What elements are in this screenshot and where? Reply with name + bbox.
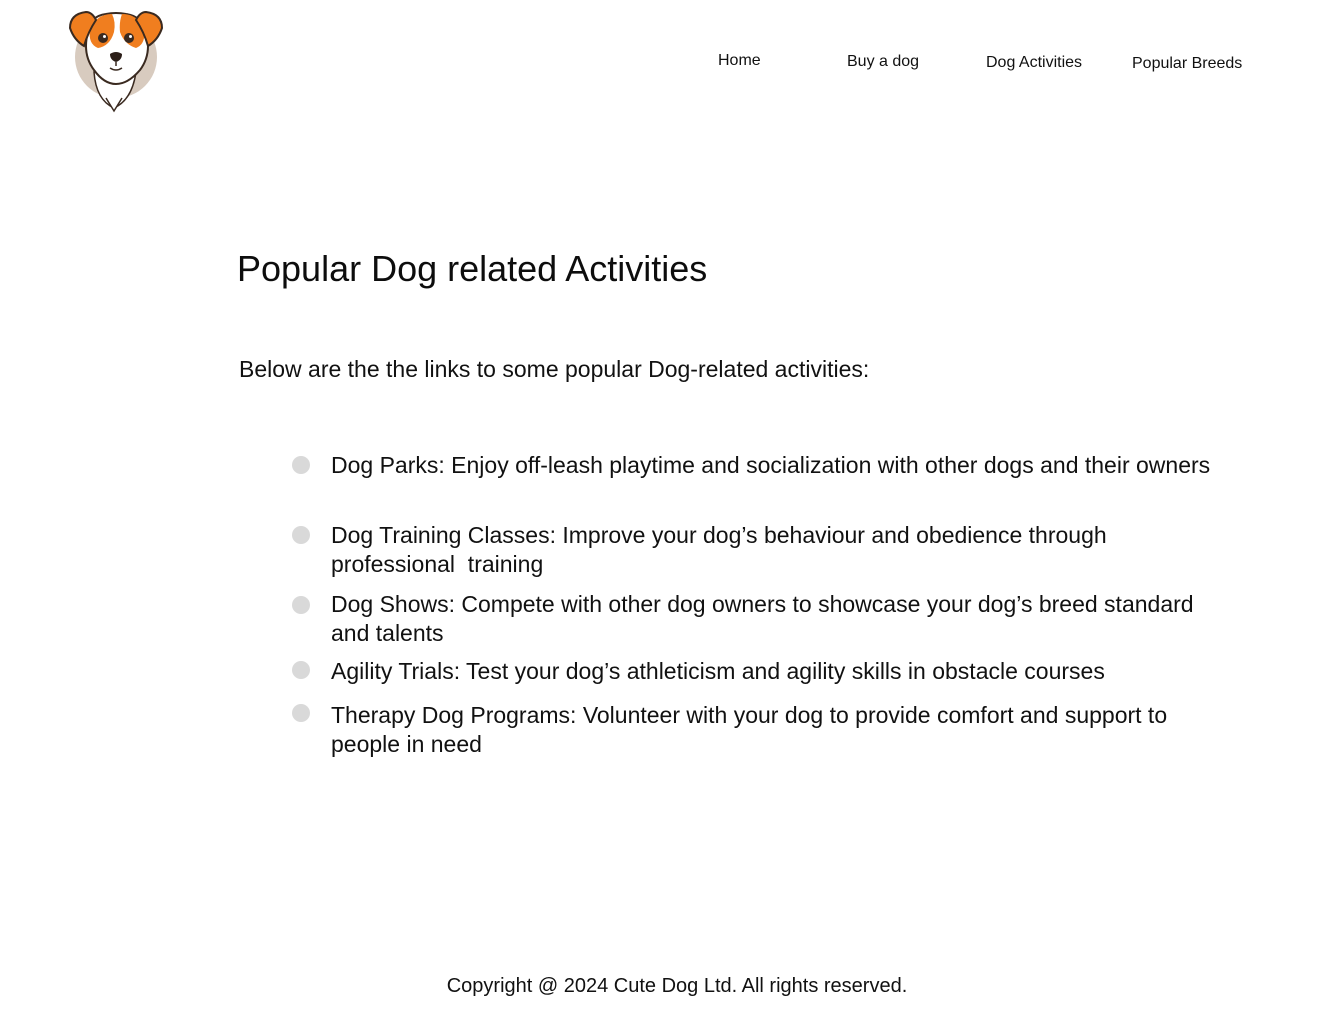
page-title: Popular Dog related Activities xyxy=(237,248,708,289)
activity-link-dog-training-classes[interactable]: Dog Training Classes: Improve your dog’s… xyxy=(331,521,1211,579)
bullet-icon xyxy=(292,704,310,722)
footer-copyright: Copyright @ 2024 Cute Dog Ltd. All right… xyxy=(446,975,908,997)
nav-popular-breeds-link[interactable]: Popular Breeds xyxy=(1132,55,1242,73)
nav-home-link[interactable]: Home xyxy=(718,52,761,70)
activity-link-therapy-dog-programs[interactable]: Therapy Dog Programs: Volunteer with you… xyxy=(331,701,1211,759)
activity-link-dog-shows[interactable]: Dog Shows: Compete with other dog owners… xyxy=(331,590,1211,648)
activity-link-dog-parks[interactable]: Dog Parks: Enjoy off-leash playtime and … xyxy=(331,451,1211,480)
bullet-icon xyxy=(292,596,310,614)
bullet-icon xyxy=(292,526,310,544)
intro-text: Below are the the links to some popular … xyxy=(239,356,870,382)
nav-buy-a-dog-link[interactable]: Buy a dog xyxy=(847,53,919,71)
nav-dog-activities-link[interactable]: Dog Activities xyxy=(986,54,1082,72)
activity-link-agility-trials[interactable]: Agility Trials: Test your dog’s athletic… xyxy=(331,657,1211,686)
dog-logo-icon[interactable] xyxy=(66,2,166,114)
bullet-icon xyxy=(292,661,310,679)
bullet-icon xyxy=(292,456,310,474)
